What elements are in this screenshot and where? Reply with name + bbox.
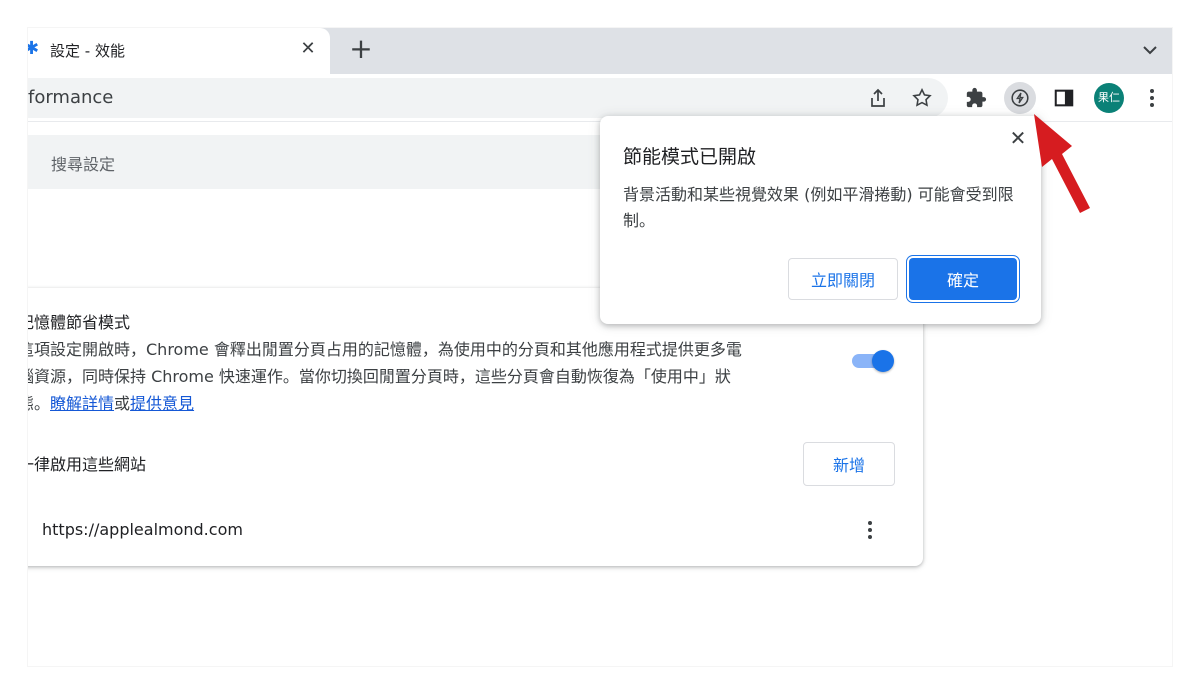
turn-off-button[interactable]: 立即關閉 [788,258,898,300]
address-bar[interactable]: formance [28,78,948,118]
side-panel-icon[interactable] [1048,82,1080,114]
description-prefix: 態。 [28,394,51,413]
learn-more-link[interactable]: 瞭解詳情 [50,394,114,413]
extensions-icon[interactable] [960,82,992,114]
memory-saver-description: 這項設定開啟時，Chrome 會釋出閒置分頁占用的記憶體，為使用中的分頁和其他應… [28,336,818,417]
memory-saver-toggle[interactable] [852,350,894,372]
search-placeholder: 搜尋設定 [51,155,116,174]
toolbar: formance 果仁 [28,74,1172,122]
tab-search-chevron-icon[interactable] [1138,38,1162,62]
close-icon[interactable]: ✕ [1006,126,1030,150]
popup-title: 節能模式已開啟 [623,146,757,168]
confirm-button[interactable]: 確定 [909,258,1017,300]
site-url: https://applealmond.com [42,520,243,539]
popup-body: 背景活動和某些視覺效果 (例如平滑捲動) 可能會受到限制。 [623,185,1014,230]
tab-settings-performance[interactable]: ✱ 設定 - 效能 ✕ [28,28,330,74]
add-site-button[interactable]: 新增 [803,442,895,486]
share-icon[interactable] [862,82,894,114]
browser-window: ✱ 設定 - 效能 ✕ + formance 果仁 搜尋設定 記憶體節省模式 這… [28,28,1172,666]
tab-strip: ✱ 設定 - 效能 ✕ + [28,28,1172,74]
memory-saver-title: 記憶體節省模式 [28,313,131,332]
memory-saver-card: 記憶體節省模式 這項設定開啟時，Chrome 會釋出閒置分頁占用的記憶體，為使用… [28,288,923,566]
bookmark-star-icon[interactable] [906,82,938,114]
new-tab-button[interactable]: + [346,35,376,65]
description-line-1: 這項設定開啟時，Chrome 會釋出閒置分頁占用的記憶體，為使用中的分頁和其他應… [28,340,742,359]
performance-icon[interactable] [1004,82,1036,114]
feedback-link[interactable]: 提供意見 [130,394,194,413]
url-text[interactable]: formance [28,87,113,108]
menu-icon[interactable] [1136,82,1168,114]
description-line-3: 態。瞭解詳情或提供意見 [28,390,818,417]
energy-saver-popup: 節能模式已開啟 背景活動和某些視覺效果 (例如平滑捲動) 可能會受到限制。 ✕ … [600,116,1041,324]
settings-gear-icon: ✱ [28,38,40,59]
annotation-arrow-icon [1034,114,1090,213]
tab-title: 設定 - 效能 [50,42,125,60]
always-active-sites-label: 一律啟用這些網站 [28,455,147,474]
or-text: 或 [114,394,131,413]
site-more-actions-icon[interactable] [860,516,880,544]
description-line-2: 腦資源，同時保持 Chrome 快速運作。當你切換回閒置分頁時，這些分頁會自動恢… [28,367,731,386]
avatar[interactable]: 果仁 [1094,83,1124,113]
toggle-knob [872,350,894,372]
close-tab-icon[interactable]: ✕ [296,37,320,61]
